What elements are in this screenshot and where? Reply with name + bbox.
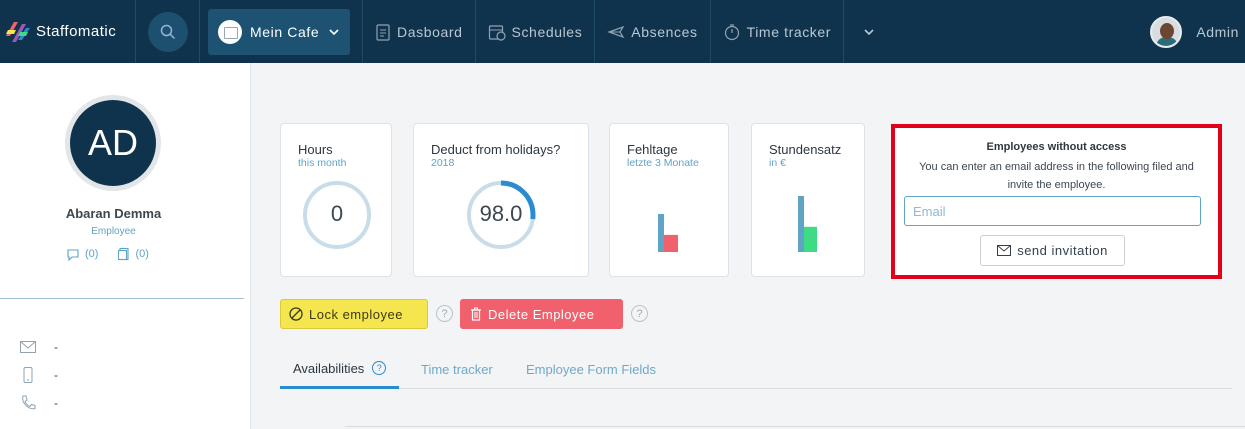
hours-card: Hours this month 0	[280, 123, 392, 277]
profile-avatar: AD	[65, 95, 161, 191]
messages-count[interactable]: (0)	[66, 247, 98, 261]
send-invitation-button[interactable]: send invitation	[980, 235, 1125, 266]
brand[interactable]: Staffomatic	[0, 0, 136, 63]
stundensatz-bar-1	[798, 196, 804, 252]
absences-icon	[607, 25, 625, 38]
user-menu[interactable]: Admin	[1150, 0, 1245, 63]
search-button[interactable]	[147, 11, 188, 52]
phone-icon	[22, 395, 36, 410]
profile-name: Abaran Demma	[65, 206, 162, 221]
search-area	[136, 0, 200, 63]
location-area: Mein Cafe	[200, 0, 363, 63]
staffomatic-logo-icon	[6, 21, 30, 42]
availabilities-help-icon[interactable]: ?	[372, 361, 387, 375]
contact-phone-value: -	[54, 396, 58, 410]
hours-subtitle: this month	[298, 157, 347, 169]
document-icon	[118, 247, 130, 261]
nav-absences-label: Absences	[631, 23, 698, 40]
tab-employee-form-fields-label: Employee Form Fields	[526, 362, 657, 377]
chevron-down-icon	[864, 28, 874, 35]
nav-time-tracker-label: Time tracker	[746, 23, 832, 40]
lock-help-icon[interactable]: ?	[436, 305, 453, 322]
delete-help-icon[interactable]: ?	[631, 305, 648, 322]
location-name: Mein Cafe	[250, 23, 320, 40]
contact-email: -	[20, 340, 58, 354]
hours-value: 0	[330, 201, 344, 226]
profile-role: Employee	[91, 226, 136, 237]
tab-availabilities[interactable]: Availabilities ?	[280, 350, 400, 389]
chat-icon	[67, 248, 79, 261]
profile-divider	[0, 298, 244, 299]
brand-name: Staffomatic	[36, 23, 117, 40]
fehltage-bar-1	[658, 214, 664, 252]
holidays-subtitle: 2018	[431, 157, 455, 169]
nav-dashboard-label: Dasboard	[397, 23, 463, 40]
fehltage-bar-chart	[658, 214, 678, 252]
mobile-phone-icon	[23, 367, 33, 383]
profile-panel: AD Abaran Demma Employee (0) (0) - - -	[0, 63, 251, 429]
invite-panel: Employees without access You can enter a…	[891, 124, 1222, 279]
contact-mobile: -	[20, 367, 58, 383]
holidays-card: Deduct from holidays? 2018 98.0	[413, 123, 589, 277]
user-name: Admin	[1196, 23, 1239, 40]
holidays-title: Deduct from holidays?	[431, 142, 561, 157]
block-icon	[289, 307, 303, 321]
tab-employee-form-fields[interactable]: Employee Form Fields	[526, 350, 656, 389]
stundensatz-subtitle: in €	[769, 157, 786, 169]
nav-absences[interactable]: Absences	[595, 0, 711, 63]
top-navbar: Staffomatic Mein Cafe Dasboard Schedules…	[0, 0, 1245, 63]
documents-count[interactable]: (0)	[118, 247, 149, 261]
lock-employee-button[interactable]: Lock employee	[280, 299, 428, 329]
avatar	[1150, 15, 1183, 48]
stundensatz-bar-chart	[798, 196, 817, 252]
lock-employee-label: Lock employee	[309, 306, 403, 322]
fehltage-card: Fehltage letzte 3 Monate	[609, 123, 729, 277]
tab-time-tracker[interactable]: Time tracker	[421, 350, 493, 389]
messages-count-label: (0)	[85, 248, 99, 260]
stopwatch-icon	[724, 23, 739, 40]
nav-more-button[interactable]	[844, 0, 894, 63]
nav-dashboard[interactable]: Dasboard	[363, 0, 476, 63]
envelope-icon	[20, 341, 36, 353]
dashboard-icon	[376, 23, 390, 41]
stundensatz-card: Stundensatz in €	[751, 123, 865, 277]
email-field[interactable]	[904, 196, 1201, 226]
nav-time-tracker[interactable]: Time tracker	[711, 0, 845, 63]
send-invitation-label: send invitation	[1017, 243, 1108, 258]
profile-counts: (0) (0)	[66, 247, 169, 261]
search-icon	[160, 24, 175, 39]
holidays-value: 98.0	[479, 201, 523, 226]
envelope-icon	[997, 245, 1012, 256]
contact-mobile-value: -	[54, 368, 58, 382]
profile-initials: AD	[70, 100, 156, 186]
contact-phone: -	[20, 395, 58, 411]
stundensatz-title: Stundensatz	[769, 142, 842, 157]
fehltage-subtitle: letzte 3 Monate	[627, 157, 699, 169]
location-selector[interactable]: Mein Cafe	[208, 8, 350, 55]
tab-availabilities-label: Availabilities	[293, 360, 365, 376]
stundensatz-bar-2	[804, 226, 817, 252]
delete-employee-label: Delete Employee	[488, 306, 595, 322]
nav-schedules-label: Schedules	[511, 23, 583, 40]
schedules-icon	[488, 24, 506, 41]
documents-count-label: (0)	[135, 248, 149, 260]
trash-icon	[471, 307, 481, 321]
profile-tabs: Availabilities ? Time tracker Employee F…	[280, 350, 1232, 389]
nav-schedules[interactable]: Schedules	[476, 0, 596, 63]
contact-email-value: -	[54, 340, 58, 354]
chevron-down-icon	[329, 28, 339, 35]
fehltage-title: Fehltage	[627, 142, 678, 157]
location-avatar	[218, 19, 242, 44]
tab-time-tracker-label: Time tracker	[421, 362, 493, 377]
delete-employee-button[interactable]: Delete Employee	[460, 299, 623, 329]
invite-title: Employees without access	[986, 141, 1127, 153]
fehltage-bar-2	[664, 234, 678, 252]
invite-description: You can enter an email address in the fo…	[919, 161, 1194, 191]
hours-title: Hours	[298, 142, 333, 157]
